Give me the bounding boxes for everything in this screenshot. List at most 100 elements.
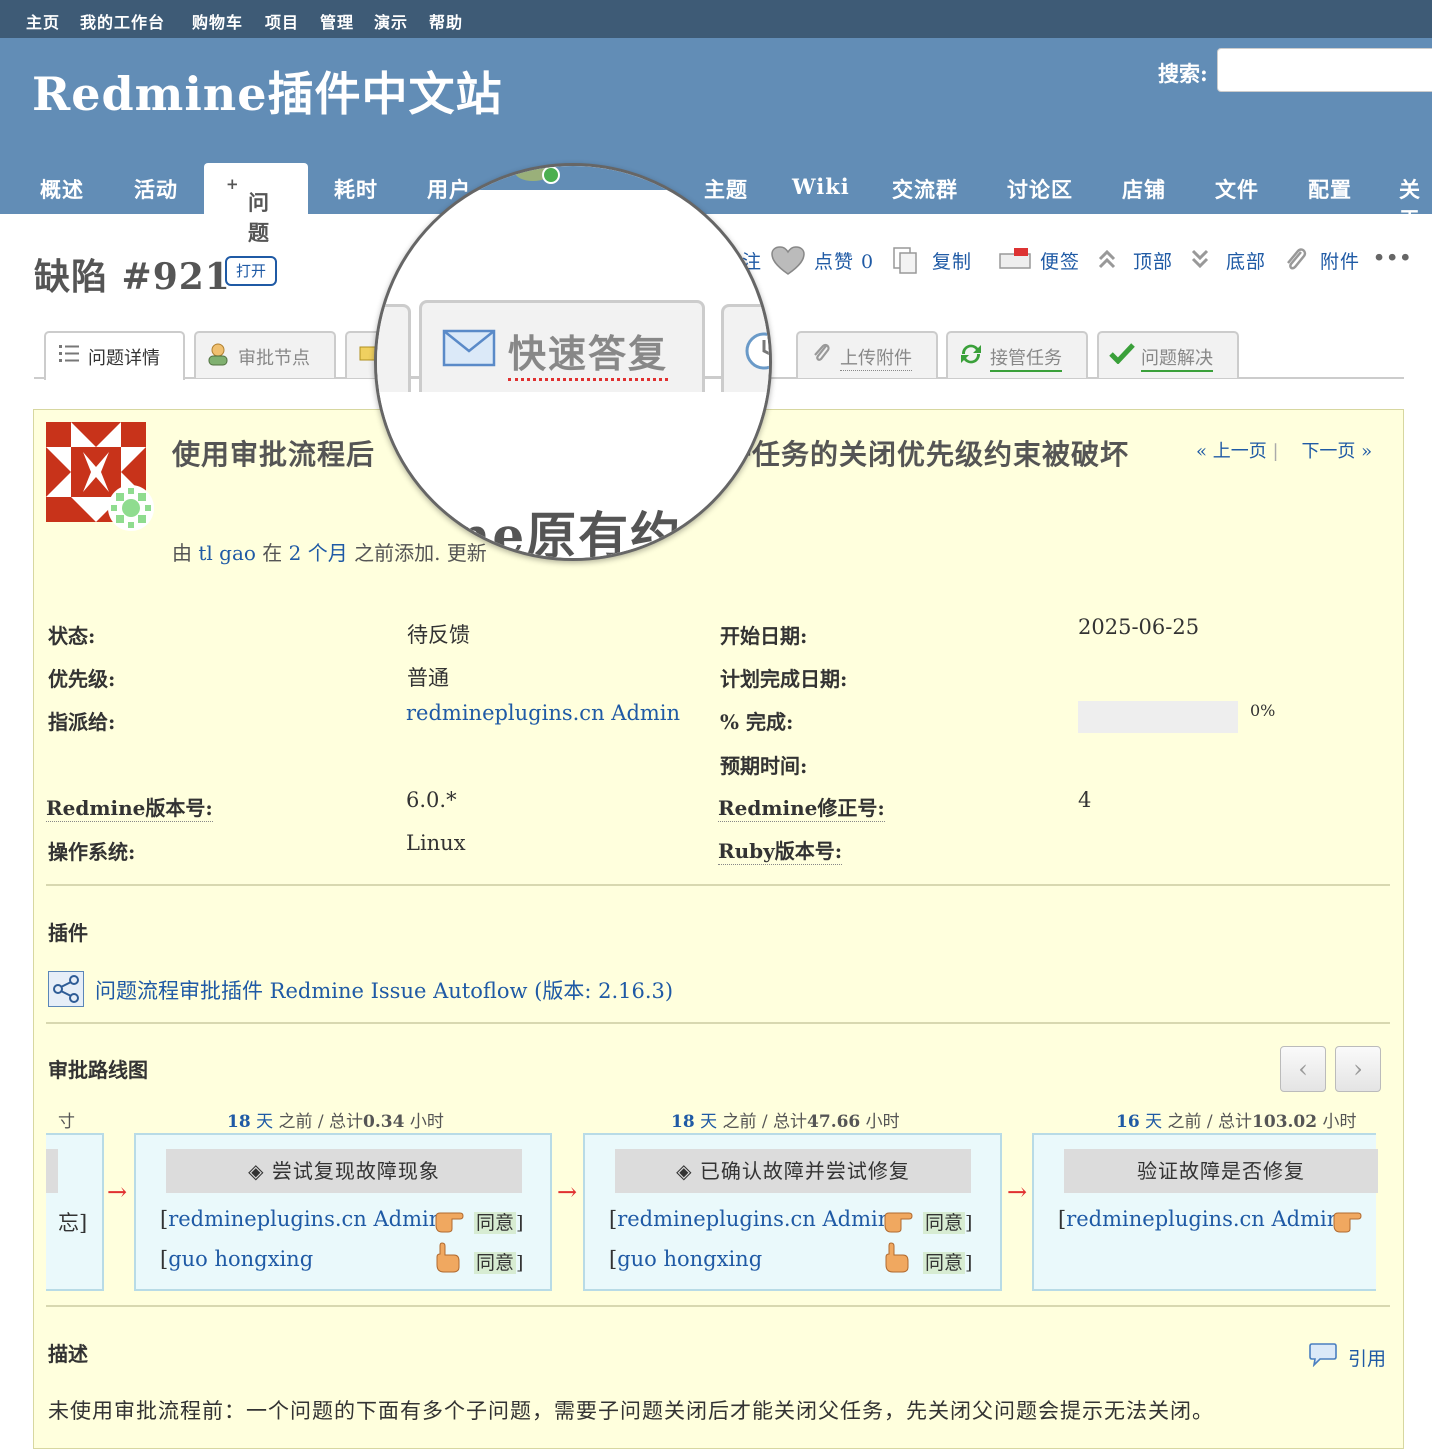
next-page-link[interactable]: 下一页 » xyxy=(1301,441,1372,462)
issue-title: 缺陷 #921 xyxy=(34,256,231,298)
tab-shop[interactable]: 店铺 xyxy=(1122,174,1166,204)
magnifier-left-tab xyxy=(377,304,411,397)
tab-settings[interactable]: 配置 xyxy=(1308,174,1352,204)
subtab-resolve[interactable]: 问题解决 xyxy=(1097,331,1239,378)
approver-link[interactable]: guo hongxing xyxy=(617,1247,762,1271)
site-title[interactable]: Redmine插件中文站 xyxy=(32,58,503,124)
tab-issues[interactable]: 问题 + xyxy=(204,163,308,245)
heart-icon xyxy=(771,246,805,282)
subtab-issue-details[interactable]: 问题详情 xyxy=(44,331,185,380)
approval-node-partial: 忘] xyxy=(46,1133,104,1291)
approver-link[interactable]: redmineplugins.cn Admin xyxy=(1066,1207,1340,1231)
flow-arrow: → xyxy=(557,1178,578,1206)
top-menu-projects[interactable]: 项目 xyxy=(265,9,299,33)
go-bottom-link[interactable]: 底部 xyxy=(1226,247,1266,274)
tab-files[interactable]: 文件 xyxy=(1215,174,1259,204)
redmine-version-value: 6.0.* xyxy=(406,788,457,812)
status-label: 状态: xyxy=(48,624,96,648)
subtab-upload-attachment[interactable]: 上传附件 xyxy=(796,331,938,378)
redmine-version-label: Redmine版本号: xyxy=(46,792,213,822)
approver-link[interactable]: redmineplugins.cn Admin xyxy=(168,1207,442,1231)
like-link[interactable]: 点赞 0 xyxy=(814,247,874,274)
estimated-time-label: 预期时间: xyxy=(720,754,808,778)
search-input[interactable] xyxy=(1217,48,1432,92)
flow-next-button[interactable]: › xyxy=(1335,1046,1381,1092)
done-ratio-label: % 完成: xyxy=(720,710,794,734)
approval-node-2-approver-2: [guo hongxing xyxy=(609,1247,763,1271)
checkmark-icon xyxy=(1109,342,1135,369)
priority-label: 优先级: xyxy=(48,667,116,691)
approver-link[interactable]: redmineplugins.cn Admin xyxy=(617,1207,891,1231)
redmine-patch-label: Redmine修正号: xyxy=(718,792,885,822)
diamond-icon: ◈ xyxy=(676,1159,700,1183)
assignee-label: 指派给: xyxy=(48,710,116,734)
flow-time-partial: 寸 xyxy=(58,1112,75,1132)
paperclip-icon xyxy=(812,342,832,369)
tab-chat-group[interactable]: 交流群 xyxy=(892,174,958,204)
refresh-icon xyxy=(958,342,984,371)
magnifier-quick-reply-tab[interactable]: 快速答复 xyxy=(419,300,705,394)
more-actions-button[interactable]: ••• xyxy=(1373,247,1412,269)
magnifier-overlay: 快速答复 ine原有约 xyxy=(374,163,772,561)
tab-forums[interactable]: 讨论区 xyxy=(1007,174,1073,204)
secondary-avatar xyxy=(108,485,154,531)
tab-time-entries[interactable]: 耗时 xyxy=(334,174,378,204)
due-date-label: 计划完成日期: xyxy=(720,667,848,691)
chevron-down-icon xyxy=(1190,246,1210,277)
subtab-approval-nodes[interactable]: 审批节点 xyxy=(194,331,336,378)
top-menu: 主页 我的工作台 购物车 项目 管理 演示 帮助 xyxy=(0,0,1432,38)
plugin-link[interactable]: 问题流程审批插件 Redmine Issue Autoflow (版本: 2.1… xyxy=(95,975,673,1005)
author-link[interactable]: tl gao xyxy=(198,541,256,565)
pointing-hand-icon xyxy=(883,1205,913,1237)
tab-activity[interactable]: 活动 xyxy=(134,174,178,204)
tab-overview[interactable]: 概述 xyxy=(40,174,84,204)
pointing-hand-icon xyxy=(434,1241,460,1277)
flow-time-3: 16 天 之前 / 总计103.02 小时 xyxy=(1116,1112,1357,1132)
prev-next-nav: « 上一页 | 下一页 » xyxy=(1196,437,1372,463)
chevron-left-icon: ‹ xyxy=(1298,1055,1308,1083)
paperclip-icon xyxy=(1283,246,1309,280)
assignee-link[interactable]: redmineplugins.cn Admin xyxy=(406,701,680,725)
tab-wiki[interactable]: Wiki xyxy=(792,174,850,199)
approval-node-2-approver-1: [redmineplugins.cn Admin xyxy=(609,1207,892,1231)
start-date-label: 开始日期: xyxy=(720,624,808,648)
tab-about[interactable]: 关于 xyxy=(1399,174,1432,234)
done-ratio-value: 0% xyxy=(1250,701,1276,720)
top-menu-demo[interactable]: 演示 xyxy=(374,9,408,33)
top-menu-cart[interactable]: 购物车 xyxy=(192,9,243,33)
flow-time-2: 18 天 之前 / 总计47.66 小时 xyxy=(671,1112,900,1132)
top-menu-home[interactable]: 主页 xyxy=(26,9,60,33)
approval-node-3-approver-1: [redmineplugins.cn Admin xyxy=(1058,1207,1341,1231)
subtab-issue-details-label: 问题详情 xyxy=(88,348,160,369)
approval-node-1: ◈ 尝试复现故障现象 [redmineplugins.cn Admin 同意] … xyxy=(134,1133,552,1291)
go-top-link[interactable]: 顶部 xyxy=(1133,247,1173,274)
approval-node-partial-row: 忘] xyxy=(58,1211,88,1235)
divider xyxy=(46,884,1390,886)
pointing-hand-icon xyxy=(1332,1205,1362,1237)
top-menu-admin[interactable]: 管理 xyxy=(320,9,354,33)
flow-arrow: → xyxy=(107,1178,128,1206)
share-icon xyxy=(48,971,84,1011)
top-menu-help[interactable]: 帮助 xyxy=(429,9,463,33)
tab-issues-label: 问题 + xyxy=(226,175,269,245)
author-prefix: 由 xyxy=(172,541,192,565)
prev-page-link[interactable]: « 上一页 xyxy=(1196,441,1267,462)
approver-link[interactable]: guo hongxing xyxy=(168,1247,313,1271)
copy-link[interactable]: 复制 xyxy=(932,247,972,274)
flow-prev-button[interactable]: ‹ xyxy=(1280,1046,1326,1092)
approval-node-2: ◈ 已确认故障并尝试修复 [redmineplugins.cn Admin 同意… xyxy=(583,1133,1002,1291)
sticky-note-link[interactable]: 便签 xyxy=(1040,247,1080,274)
created-time-link[interactable]: 2 个月 xyxy=(289,541,348,565)
subtab-take-over-label: 接管任务 xyxy=(990,344,1062,372)
attachments-link[interactable]: 附件 xyxy=(1320,247,1360,274)
approval-node-3-title: 验证故障是否修复 xyxy=(1064,1149,1378,1193)
progress-bar xyxy=(1078,701,1238,733)
redmine-patch-value: 4 xyxy=(1078,788,1092,812)
magnifier-right-tab xyxy=(721,304,769,397)
quote-link[interactable]: 引用 xyxy=(1348,1344,1386,1371)
top-menu-my-page[interactable]: 我的工作台 xyxy=(80,9,165,33)
subtab-take-over[interactable]: 接管任务 xyxy=(946,331,1088,378)
copy-icon xyxy=(892,246,918,280)
approval-agree-tag: 同意] xyxy=(474,1212,524,1234)
flow-time-1: 18 天 之前 / 总计0.34 小时 xyxy=(227,1112,444,1132)
